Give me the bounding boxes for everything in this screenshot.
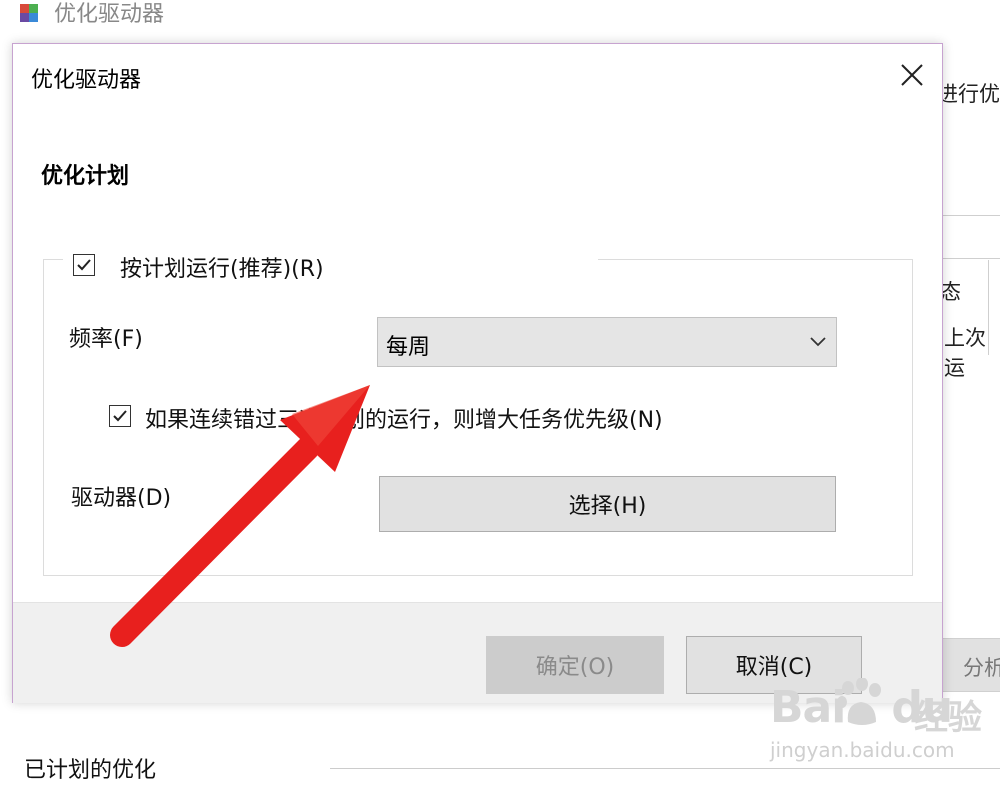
choose-drives-button[interactable]: 选择(H) <box>379 476 836 532</box>
background-text-status: 态 <box>940 280 961 304</box>
background-text-last-run: 上次运 <box>944 326 986 380</box>
close-icon[interactable] <box>897 60 927 90</box>
frequency-label: 频率(F) <box>69 327 143 352</box>
watermark-brand: 经验 <box>914 698 982 738</box>
background-text-optimize: 进行优 <box>937 82 1000 106</box>
run-on-schedule-label: 按计划运行(推荐)(R) <box>120 257 324 282</box>
frequency-selected-value: 每周 <box>386 335 431 360</box>
section-heading: 优化计划 <box>41 164 130 189</box>
run-on-schedule-checkbox[interactable] <box>73 254 95 276</box>
optimize-drives-dialog: 优化驱动器 优化计划 按计划运行(推荐)(R) 频率(F) 每周 如果连续错过三… <box>12 43 943 703</box>
chevron-down-icon <box>808 334 828 348</box>
frequency-select[interactable]: 每周 <box>377 317 837 367</box>
baidu-jingyan-watermark: Bai du 经验 jingyan.baidu.com <box>764 676 1000 786</box>
increase-priority-label: 如果连续错过三次计划的运行，则增大任务优先级(N) <box>145 408 663 433</box>
background-divider <box>943 215 1000 216</box>
checkmark-icon <box>77 259 91 271</box>
ok-button[interactable]: 确定(O) <box>486 636 664 694</box>
defrag-app-icon <box>16 0 44 26</box>
background-titlebar: 优化驱动器 <box>0 0 1000 27</box>
background-window-title: 优化驱动器 <box>54 2 165 27</box>
increase-priority-checkbox[interactable] <box>109 405 131 427</box>
watermark-url: jingyan.baidu.com <box>770 738 955 762</box>
checkmark-icon <box>113 410 127 422</box>
background-column-divider <box>988 260 989 355</box>
background-divider <box>943 258 1000 259</box>
paw-icon <box>837 678 881 725</box>
dialog-title: 优化驱动器 <box>31 68 142 93</box>
drives-label: 驱动器(D) <box>71 486 172 511</box>
scheduled-optimization-label: 已计划的优化 <box>24 758 157 783</box>
